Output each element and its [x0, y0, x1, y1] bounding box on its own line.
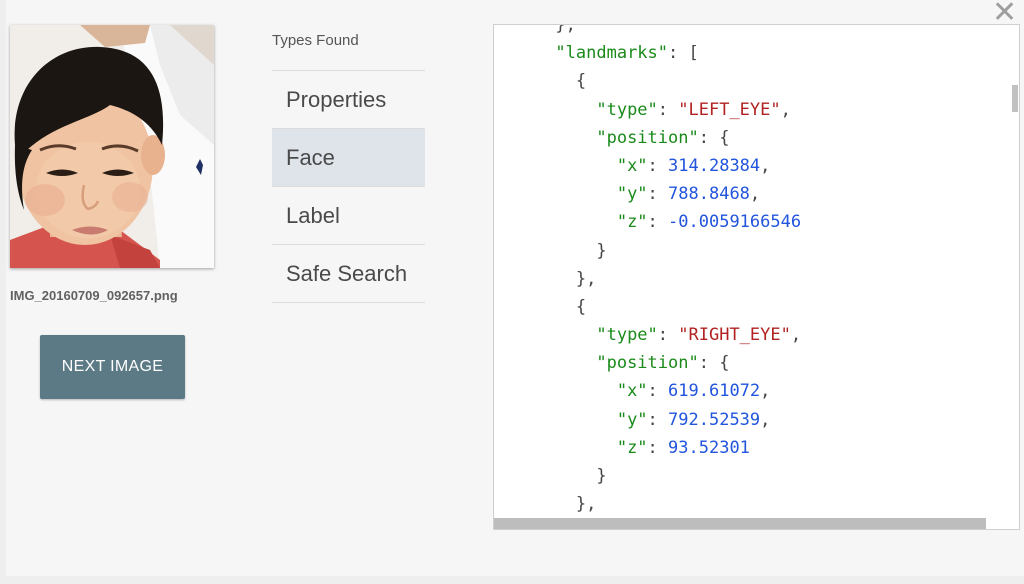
json-token: : [ — [668, 43, 699, 64]
json-line: "type": "RIGHT_EYE", — [494, 321, 801, 349]
json-token: , — [790, 325, 802, 346]
results-dialog: ✕ IMG_20160709_092657.png NEXT IMAGE Typ… — [6, 0, 1024, 576]
json-token: , — [760, 155, 771, 176]
json-token: , — [760, 409, 771, 430]
close-icon[interactable]: ✕ — [992, 0, 1017, 28]
json-token: "y" — [616, 184, 648, 205]
json-token: : — [647, 409, 669, 430]
json-line: { — [494, 67, 801, 95]
json-line: "x": 619.61072, — [494, 377, 801, 405]
json-token: } — [494, 240, 607, 261]
json-token: } — [494, 466, 607, 486]
json-token: }, — [494, 268, 597, 289]
json-token: "z" — [616, 212, 648, 233]
json-line: "x": 314.28384, — [494, 152, 801, 180]
json-result-panel[interactable]: }, "landmarks": [ { "type": "LEFT_EYE", … — [493, 24, 1020, 530]
json-token: "RIGHT_EYE" — [678, 325, 791, 346]
json-token: : — [657, 99, 679, 120]
json-line: } — [494, 237, 801, 265]
json-token: : — [647, 381, 669, 402]
json-token: "position" — [596, 353, 699, 374]
type-item-label[interactable]: Label — [272, 187, 425, 245]
type-item-face[interactable]: Face — [272, 129, 425, 187]
json-token: : — [657, 325, 679, 346]
json-line: "landmarks": [ — [494, 39, 801, 67]
json-line: }, — [494, 24, 801, 39]
json-line: "y": 792.52539, — [494, 406, 801, 434]
json-line: "type": "LEFT_EYE", — [494, 96, 801, 124]
json-token: -0.0059166546 — [668, 212, 802, 233]
json-token: 314.28384 — [668, 155, 761, 176]
json-line: "z": -0.0059166546 — [494, 208, 801, 236]
json-token: "x" — [616, 381, 648, 402]
horizontal-scrollbar-thumb[interactable] — [494, 518, 986, 529]
json-token: 788.8468 — [668, 184, 750, 205]
json-token: : — [647, 437, 669, 458]
json-line: "z": 93.52301 — [494, 434, 801, 462]
next-image-button[interactable]: NEXT IMAGE — [40, 335, 185, 399]
json-token: "z" — [616, 437, 648, 458]
json-line: "position": { — [494, 349, 801, 377]
json-token: }, — [494, 494, 597, 515]
type-item-properties[interactable]: Properties — [272, 71, 425, 129]
json-token: 792.52539 — [668, 409, 761, 430]
json-token: "position" — [596, 127, 699, 148]
json-token: : { — [698, 127, 730, 148]
json-token: : — [647, 184, 669, 205]
json-line: { — [494, 293, 801, 321]
json-code-view: }, "landmarks": [ { "type": "LEFT_EYE", … — [494, 24, 801, 518]
json-line: }, — [494, 490, 801, 518]
json-token: "LEFT_EYE" — [678, 99, 781, 120]
json-token: { — [494, 296, 587, 317]
types-found-heading: Types Found — [272, 32, 359, 49]
json-token: { — [494, 71, 587, 92]
image-thumbnail — [10, 25, 214, 268]
child-photo — [10, 25, 214, 268]
json-line: "y": 788.8468, — [494, 180, 801, 208]
types-list: Properties Face Label Safe Search — [272, 70, 425, 303]
json-token: , — [760, 381, 771, 402]
json-token: : — [647, 212, 669, 233]
json-token: 619.61072 — [668, 381, 761, 402]
json-token: "x" — [616, 155, 648, 176]
json-token: "type" — [596, 99, 658, 120]
json-token: : { — [698, 353, 730, 374]
json-line: } — [494, 462, 801, 490]
json-line: "position": { — [494, 124, 801, 152]
json-token: : — [647, 155, 669, 176]
type-item-safe-search[interactable]: Safe Search — [272, 245, 425, 303]
vertical-scrollbar-thumb[interactable] — [1012, 85, 1018, 112]
json-line: }, — [494, 265, 801, 293]
json-token: 93.52301 — [668, 437, 750, 458]
json-token: "y" — [616, 409, 648, 430]
json-token: , — [749, 184, 761, 205]
json-token: }, — [494, 24, 576, 35]
json-token: , — [780, 99, 791, 120]
json-token: "type" — [596, 325, 658, 346]
image-filename: IMG_20160709_092657.png — [10, 288, 178, 303]
json-token: "landmarks" — [555, 43, 669, 64]
